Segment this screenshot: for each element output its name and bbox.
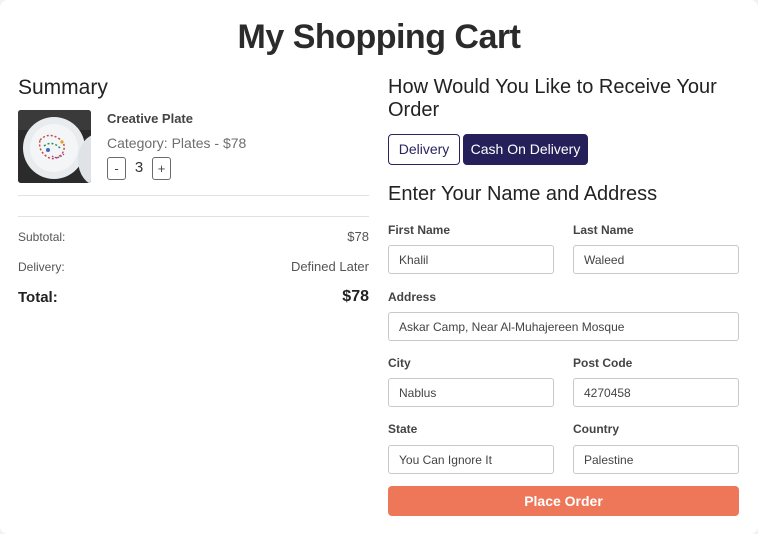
quantity-value: 3	[134, 159, 144, 176]
post-code-input[interactable]	[573, 378, 739, 407]
summary-title: Summary	[18, 76, 108, 99]
total-label: Total:	[18, 289, 58, 306]
last-name-input[interactable]	[573, 245, 739, 274]
address-input[interactable]	[388, 312, 739, 341]
country-label: Country	[573, 422, 619, 436]
first-name-label: First Name	[388, 223, 451, 237]
quantity-decrease-button[interactable]: -	[107, 157, 126, 180]
divider	[18, 216, 369, 217]
cart-item: Creative Plate Category: Plates - $78 - …	[18, 110, 369, 184]
receive-method-title: How Would You Like to Receive Your Order	[388, 76, 717, 121]
last-name-label: Last Name	[573, 223, 634, 237]
country-input[interactable]	[573, 445, 739, 474]
subtotal-label: Subtotal:	[18, 230, 66, 244]
delivery-option-button[interactable]: Delivery	[388, 134, 460, 165]
city-input[interactable]	[388, 378, 554, 407]
delivery-label: Delivery:	[18, 260, 65, 274]
subtotal-value: $78	[347, 229, 369, 244]
place-order-button[interactable]: Place Order	[388, 486, 739, 516]
cart-card: My Shopping Cart Summary Creative Plate …	[0, 0, 758, 534]
post-code-label: Post Code	[573, 356, 633, 370]
divider	[18, 195, 369, 196]
address-section-title: Enter Your Name and Address	[388, 183, 658, 205]
quantity-increase-button[interactable]: +	[152, 157, 171, 180]
state-label: State	[388, 422, 418, 436]
state-input[interactable]	[388, 445, 554, 474]
first-name-input[interactable]	[388, 245, 554, 274]
total-value: $78	[342, 288, 369, 305]
product-category: Category: Plates - $78	[107, 135, 247, 151]
page-title: My Shopping Cart	[237, 18, 521, 56]
product-name: Creative Plate	[107, 111, 193, 126]
delivery-value: Defined Later	[290, 259, 369, 274]
address-label: Address	[388, 290, 437, 304]
cash-on-delivery-option-button[interactable]: Cash On Delivery	[463, 134, 588, 165]
city-label: City	[388, 356, 411, 370]
product-image	[18, 110, 91, 183]
